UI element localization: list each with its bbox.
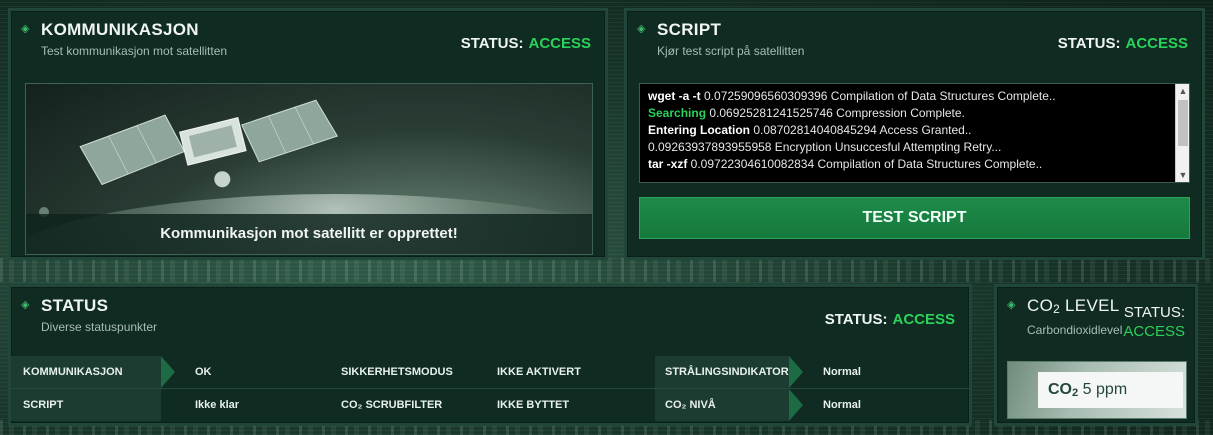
status-label: STATUS:	[1057, 35, 1121, 52]
kommunikasjon-panel: ◈ KOMMUNIKASJON Test kommunikasjon mot s…	[8, 8, 608, 260]
table-row: KOMMUNIKASJON OK SIKKERHETSMODUS IKKE AK…	[11, 356, 969, 388]
panel-header: ◈ CO2 LEVEL Carbondioxidlevel STATUS: AC…	[997, 287, 1195, 355]
bullet-icon: ◈	[21, 299, 30, 311]
console-line: wget -a -t 0.07259096560309396 Compilati…	[648, 88, 1167, 105]
status-indicator: STATUS: ACCESS	[825, 311, 955, 328]
panel-subtitle: Kjør test script på satellitten	[657, 44, 805, 58]
console-line: Entering Location 0.08702814040845294 Ac…	[648, 122, 1167, 139]
status-label: STATUS:	[460, 35, 524, 52]
console-line: Searching 0.06925281241525746 Compressio…	[648, 105, 1167, 122]
panel-title: CO2 LEVEL	[1027, 296, 1119, 316]
script-output-console[interactable]: wget -a -t 0.07259096560309396 Compilati…	[639, 83, 1190, 183]
status-value: IKKE AKTIVERT	[497, 366, 581, 378]
status-panel: ◈ STATUS Diverse statuspunkter STATUS: AC…	[8, 284, 972, 426]
console-text: 0.09263937893955958 Encryption Unsuccesf…	[648, 140, 1002, 154]
chevron-right-icon	[789, 356, 803, 388]
console-command: tar -xzf	[648, 157, 688, 171]
status-value: ACCESS	[1125, 35, 1188, 52]
status-value: ACCESS	[528, 35, 591, 52]
status-label: SIKKERHETSMODUS	[341, 366, 453, 378]
co2-value: 5 ppm	[1078, 381, 1128, 398]
console-text: 0.06925281241525746 Compression Complete…	[706, 106, 965, 120]
status-indicator: STATUS: ACCESS	[461, 35, 591, 52]
console-text: 0.09722304610082834 Compilation of Data …	[687, 157, 1043, 171]
status-value: Ikke klar	[195, 399, 240, 411]
console-line: tar -xzf 0.09722304610082834 Compilation…	[648, 156, 1167, 173]
status-value: Normal	[823, 366, 861, 378]
status-value: OK	[195, 366, 212, 378]
co2-title-subscript: 2	[1053, 302, 1061, 316]
panel-subtitle: Carbondioxidlevel	[1027, 323, 1123, 337]
status-value: ACCESS	[1123, 323, 1185, 340]
scroll-thumb[interactable]	[1178, 100, 1188, 146]
co2-panel: ◈ CO2 LEVEL Carbondioxidlevel STATUS: AC…	[994, 284, 1198, 426]
console-command: Searching	[648, 106, 707, 120]
panel-subtitle: Diverse statuspunkter	[41, 320, 158, 334]
panel-subtitle: Test kommunikasjon mot satellitten	[41, 44, 228, 58]
connection-caption: Kommunikasjon mot satellitt er opprettet…	[26, 214, 592, 254]
bullet-icon: ◈	[1007, 299, 1016, 311]
satellite-image: Kommunikasjon mot satellitt er opprettet…	[25, 83, 593, 255]
status-label: STATUS:	[1123, 304, 1185, 321]
console-line: 0.09263937893955958 Encryption Unsuccesf…	[648, 139, 1167, 156]
status-indicator: STATUS: ACCESS	[1058, 35, 1188, 52]
status-indicator: STATUS: ACCESS	[1123, 303, 1185, 341]
co2-title-suffix: LEVEL	[1060, 296, 1120, 315]
panel-title: KOMMUNIKASJON	[41, 20, 199, 39]
co2-value-prefix: CO	[1048, 381, 1072, 398]
status-label: KOMMUNIKASJON	[23, 366, 123, 378]
status-value: ACCESS	[892, 311, 955, 328]
chevron-right-icon	[161, 356, 175, 388]
scroll-up-icon[interactable]: ▲	[1176, 84, 1189, 98]
console-text: 0.08702814040845294 Access Granted..	[750, 123, 972, 137]
status-table: KOMMUNIKASJON OK SIKKERHETSMODUS IKKE AK…	[11, 356, 969, 421]
status-label: STRÅLINGSINDIKATOR	[665, 366, 789, 378]
console-command: wget -a -t	[648, 89, 701, 103]
status-value: Normal	[823, 399, 861, 411]
chevron-right-icon	[789, 389, 803, 421]
panel-title: STATUS	[41, 296, 109, 315]
co2-title-prefix: CO	[1027, 296, 1054, 315]
panel-header: ◈ KOMMUNIKASJON Test kommunikasjon mot s…	[11, 11, 605, 79]
table-row: SCRIPT Ikke klar CO₂ SCRUBFILTER IKKE BY…	[11, 388, 969, 421]
scroll-down-icon[interactable]: ▼	[1176, 168, 1189, 182]
status-label: CO₂ SCRUBFILTER	[341, 399, 443, 411]
bullet-icon: ◈	[21, 23, 30, 35]
console-command: Entering Location	[648, 123, 750, 137]
test-script-button[interactable]: TEST SCRIPT	[639, 197, 1190, 239]
status-label: STATUS:	[824, 311, 888, 328]
status-value: IKKE BYTTET	[497, 399, 570, 411]
co2-reading: CO2 5 ppm	[1038, 372, 1183, 408]
status-label: SCRIPT	[23, 399, 64, 411]
console-scrollbar[interactable]: ▲ ▼	[1175, 84, 1189, 182]
script-panel: ◈ SCRIPT Kjør test script på satellitten…	[624, 8, 1205, 260]
status-label: CO₂ NIVÅ	[665, 399, 716, 411]
panel-header: ◈ SCRIPT Kjør test script på satellitten…	[627, 11, 1202, 79]
panel-header: ◈ STATUS Diverse statuspunkter STATUS: AC…	[11, 287, 969, 355]
panel-title: SCRIPT	[657, 20, 722, 39]
console-text: 0.07259096560309396 Compilation of Data …	[700, 89, 1056, 103]
bullet-icon: ◈	[637, 23, 646, 35]
co2-reading-box: CO2 5 ppm	[1007, 361, 1187, 419]
